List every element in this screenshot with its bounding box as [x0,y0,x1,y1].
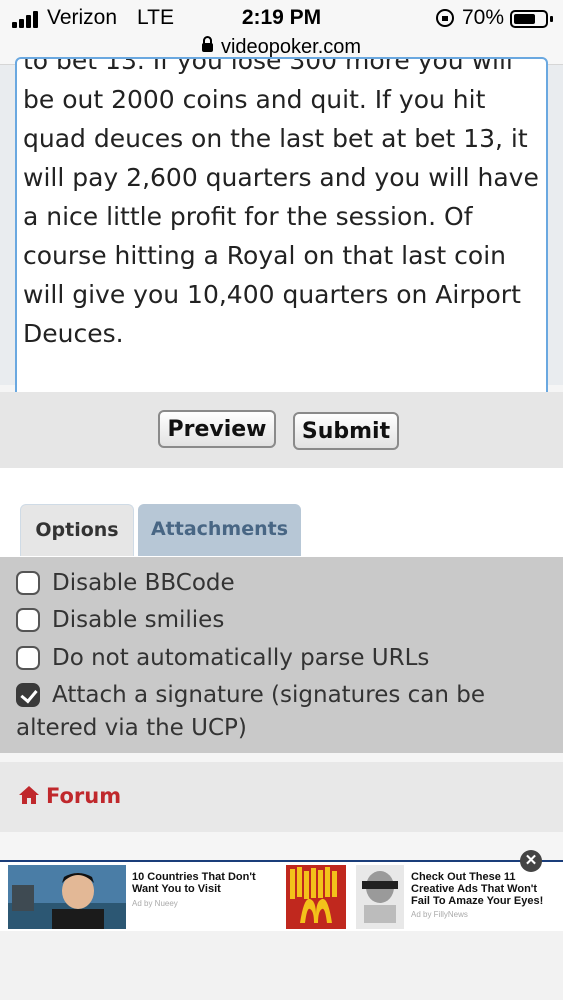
forum-link[interactable]: Forum [18,784,121,808]
message-area: to bet 13. If you lose 300 more you will… [0,57,563,427]
status-bar: Verizon LTE 2:19 PM 70% videopoker.com [0,0,563,65]
ad-image [8,865,126,929]
tabs: Options Attachments [0,468,563,558]
preview-button[interactable]: Preview [158,410,276,448]
option-attach-signature[interactable]: Attach a signature (signatures can be al… [16,679,536,745]
option-disable-bbcode[interactable]: Disable BBCode [16,567,235,600]
options-panel: Disable BBCode Disable smilies Do not au… [0,557,563,753]
address-bar[interactable]: videopoker.com [0,36,563,59]
tab-attachments[interactable]: Attachments [138,504,301,556]
ad-title[interactable]: Check Out These 11 Creative Ads That Won… [411,871,559,907]
option-disable-smilies[interactable]: Disable smilies [16,604,224,637]
url-text: videopoker.com [220,36,362,58]
ad-source: Ad by FillyNews [411,910,468,919]
page-footer-area [0,931,563,1000]
attach-signature-checkbox[interactable] [16,683,40,707]
no-parse-urls-checkbox[interactable] [16,646,40,670]
close-icon: ✕ [524,852,538,869]
submit-button[interactable]: Submit [293,412,399,450]
message-body: be out 2000 coins and quit. If you hit q… [23,85,539,348]
disable-smilies-checkbox[interactable] [16,608,40,632]
ad-image [286,865,346,929]
submit-buttons-bar: Preview Submit [0,392,563,468]
message-clipped-line: to bet 13. If you lose 300 more you will [23,57,513,75]
ad-banner[interactable]: 10 Countries That Don't Want You to Visi… [0,860,563,932]
home-icon [19,786,39,804]
option-label: Attach a signature (signatures can be al… [16,682,486,741]
battery-icon [510,10,548,28]
option-no-parse-urls[interactable]: Do not automatically parse URLs [16,642,429,675]
orientation-lock-icon [436,9,454,27]
lock-icon [201,36,213,52]
message-textarea[interactable]: to bet 13. If you lose 300 more you will… [15,57,548,427]
option-label: Disable smilies [52,607,225,633]
option-label: Do not automatically parse URLs [52,645,430,671]
ad-title[interactable]: 10 Countries That Don't Want You to Visi… [132,871,280,895]
tab-options[interactable]: Options [20,504,134,556]
ad-image [356,865,404,929]
forum-link-label: Forum [46,784,122,808]
ad-source: Ad by Nueey [132,899,178,908]
disable-bbcode-checkbox[interactable] [16,571,40,595]
option-label: Disable BBCode [52,570,235,596]
battery-percent: 70% [462,6,505,29]
breadcrumb: Forum [0,762,563,832]
close-ad-button[interactable]: ✕ [520,850,542,872]
